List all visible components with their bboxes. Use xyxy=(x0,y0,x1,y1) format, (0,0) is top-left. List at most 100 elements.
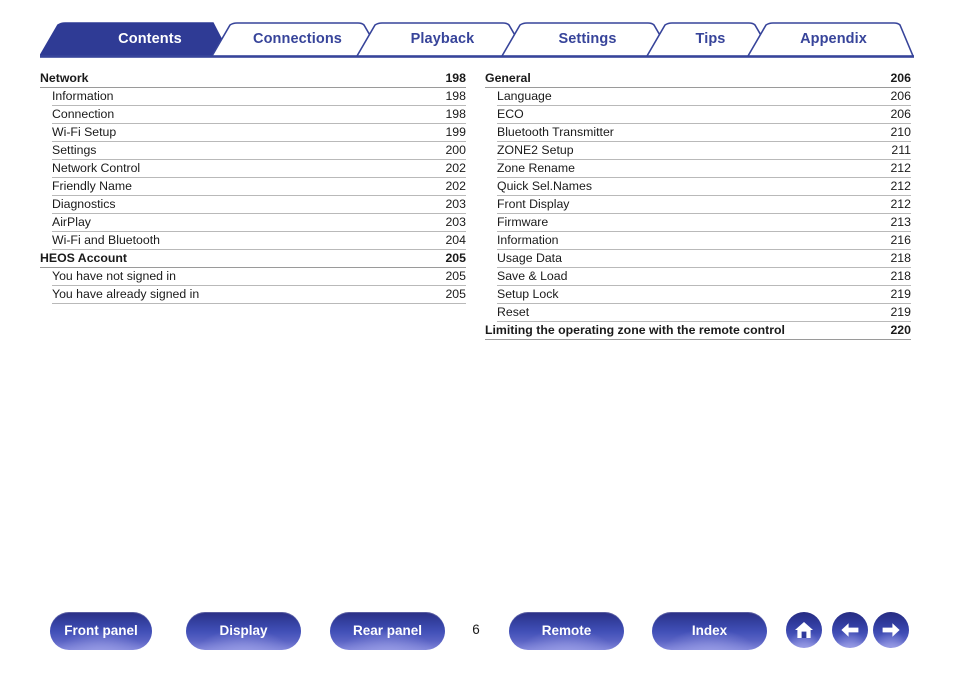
toc-entry-page: 202 xyxy=(445,161,466,175)
footer-navigation: Front panel Display Rear panel 6 Remote … xyxy=(0,612,954,664)
toc-entry-title: AirPlay xyxy=(52,215,91,229)
toc-entry-row[interactable]: Zone Rename 212 xyxy=(497,160,911,178)
toc-entry-row[interactable]: You have not signed in 205 xyxy=(52,268,466,286)
toc-entry-page: 202 xyxy=(445,179,466,193)
toc-entry-title: Language xyxy=(497,89,552,103)
toc-entry-row[interactable]: Setup Lock 219 xyxy=(497,286,911,304)
toc-entry-title: General xyxy=(485,71,531,85)
toc-entry-title: Reset xyxy=(497,305,530,319)
toc-entry-title: You have not signed in xyxy=(52,269,176,283)
toc-entry-page: 219 xyxy=(890,305,911,319)
toc-entry-row[interactable]: Firmware 213 xyxy=(497,214,911,232)
toc-entry-row[interactable]: Diagnostics 203 xyxy=(52,196,466,214)
toc-entry-title: Setup Lock xyxy=(497,287,559,301)
front-panel-button[interactable]: Front panel xyxy=(50,612,152,650)
toc-entry-page: 205 xyxy=(445,269,466,283)
toc-entry-title: HEOS Account xyxy=(40,251,127,265)
toc-entry-page: 203 xyxy=(445,215,466,229)
toc-entry-row[interactable]: AirPlay 203 xyxy=(52,214,466,232)
toc-entry-row[interactable]: Save & Load 218 xyxy=(497,268,911,286)
toc-entry-page: 206 xyxy=(890,89,911,103)
toc-entry-row[interactable]: Wi-Fi Setup 199 xyxy=(52,124,466,142)
toc-entry-page: 205 xyxy=(445,251,466,265)
toc-entry-row[interactable]: Quick Sel.Names 212 xyxy=(497,178,911,196)
toc-entry-row[interactable]: Language 206 xyxy=(497,88,911,106)
toc-entry-row[interactable]: Friendly Name 202 xyxy=(52,178,466,196)
toc-entry-title: Wi-Fi Setup xyxy=(52,125,117,139)
toc-entry-row[interactable]: Bluetooth Transmitter 210 xyxy=(497,124,911,142)
toc-entry-page: 198 xyxy=(445,107,466,121)
toc-entry-page: 212 xyxy=(890,179,911,193)
toc-entry-page: 212 xyxy=(890,161,911,175)
toc-entry-row[interactable]: Reset 219 xyxy=(497,304,911,322)
toc-entry-title: You have already signed in xyxy=(52,287,200,301)
toc-entry-page: 219 xyxy=(890,287,911,301)
toc-entry-page: 206 xyxy=(890,71,911,85)
toc-entry-page: 218 xyxy=(890,251,911,265)
toc-entry-row[interactable]: Information 216 xyxy=(497,232,911,250)
toc-entry-title: ZONE2 Setup xyxy=(497,143,574,157)
toc-entry-page: 218 xyxy=(890,269,911,283)
toc-entry-title: Information xyxy=(497,233,559,247)
toc-entry-title: Limiting the operating zone with the rem… xyxy=(485,323,785,337)
toc-left-column: Network 198 Information 198 Connection 198 Wi-… xyxy=(40,70,466,304)
back-button[interactable] xyxy=(832,612,868,648)
toc-entry-title: Zone Rename xyxy=(497,161,575,175)
toc-entry-page: 206 xyxy=(890,107,911,121)
toc-entry-row[interactable]: Front Display 212 xyxy=(497,196,911,214)
toc-entry-title: Quick Sel.Names xyxy=(497,179,592,193)
toc-entry-title: Save & Load xyxy=(497,269,568,283)
toc-entry-title: Wi-Fi and Bluetooth xyxy=(52,233,160,247)
toc-section-row[interactable]: Network 198 xyxy=(40,70,466,88)
tab-tips[interactable]: Tips xyxy=(660,22,761,56)
toc-entry-title: Bluetooth Transmitter xyxy=(497,125,614,139)
toc-entry-title: Front Display xyxy=(497,197,570,211)
toc-entry-row[interactable]: Network Control 202 xyxy=(52,160,466,178)
tab-contents[interactable]: Contents xyxy=(75,22,225,56)
toc-entry-page: 211 xyxy=(891,143,911,157)
toc-entry-page: 220 xyxy=(890,323,911,337)
forward-button[interactable] xyxy=(873,612,909,648)
display-button[interactable]: Display xyxy=(186,612,301,650)
toc-entry-row[interactable]: Connection 198 xyxy=(52,106,466,124)
toc-entry-page: 210 xyxy=(890,125,911,139)
toc-entry-page: 203 xyxy=(445,197,466,211)
toc-entry-title: Connection xyxy=(52,107,115,121)
toc-entry-title: ECO xyxy=(497,107,524,121)
home-button[interactable] xyxy=(786,612,822,648)
toc-entry-page: 198 xyxy=(445,89,466,103)
toc-entry-page: 198 xyxy=(445,71,466,85)
toc-entry-page: 200 xyxy=(445,143,466,157)
toc-entry-row[interactable]: Usage Data 218 xyxy=(497,250,911,268)
toc-entry-row[interactable]: Settings 200 xyxy=(52,142,466,160)
toc-entry-row[interactable]: ECO 206 xyxy=(497,106,911,124)
arrow-right-icon xyxy=(880,621,902,639)
remote-button[interactable]: Remote xyxy=(509,612,624,650)
arrow-left-icon xyxy=(839,621,861,639)
toc-entry-page: 213 xyxy=(890,215,911,229)
toc-entry-row[interactable]: Wi-Fi and Bluetooth 204 xyxy=(52,232,466,250)
toc-entry-page: 205 xyxy=(445,287,466,301)
toc-entry-page: 212 xyxy=(890,197,911,211)
toc-entry-title: Network Control xyxy=(52,161,141,175)
toc-entry-row[interactable]: ZONE2 Setup 211 xyxy=(497,142,911,160)
tab-playback[interactable]: Playback xyxy=(370,22,515,56)
toc-section-row[interactable]: General 206 xyxy=(485,70,911,88)
toc-entry-row[interactable]: You have already signed in 205 xyxy=(52,286,466,304)
rear-panel-button[interactable]: Rear panel xyxy=(330,612,445,650)
toc-section-row[interactable]: HEOS Account 205 xyxy=(40,250,466,268)
tab-connections[interactable]: Connections xyxy=(225,22,370,56)
toc-entry-page: 216 xyxy=(890,233,911,247)
toc-section-row[interactable]: Limiting the operating zone with the rem… xyxy=(485,322,911,340)
page-number: 6 xyxy=(472,622,480,637)
toc-right-column: General 206 Language 206 ECO 206 Bluetooth Tra… xyxy=(485,70,911,340)
tab-appendix[interactable]: Appendix xyxy=(761,22,906,56)
toc-entry-title: Network xyxy=(40,71,89,85)
home-icon xyxy=(793,620,815,640)
toc-entry-row[interactable]: Information 198 xyxy=(52,88,466,106)
toc-entry-title: Information xyxy=(52,89,114,103)
tab-bar: Contents Connections Playback Settings T… xyxy=(40,22,914,58)
toc-entry-page: 204 xyxy=(445,233,466,247)
tab-settings[interactable]: Settings xyxy=(515,22,660,56)
index-button[interactable]: Index xyxy=(652,612,767,650)
